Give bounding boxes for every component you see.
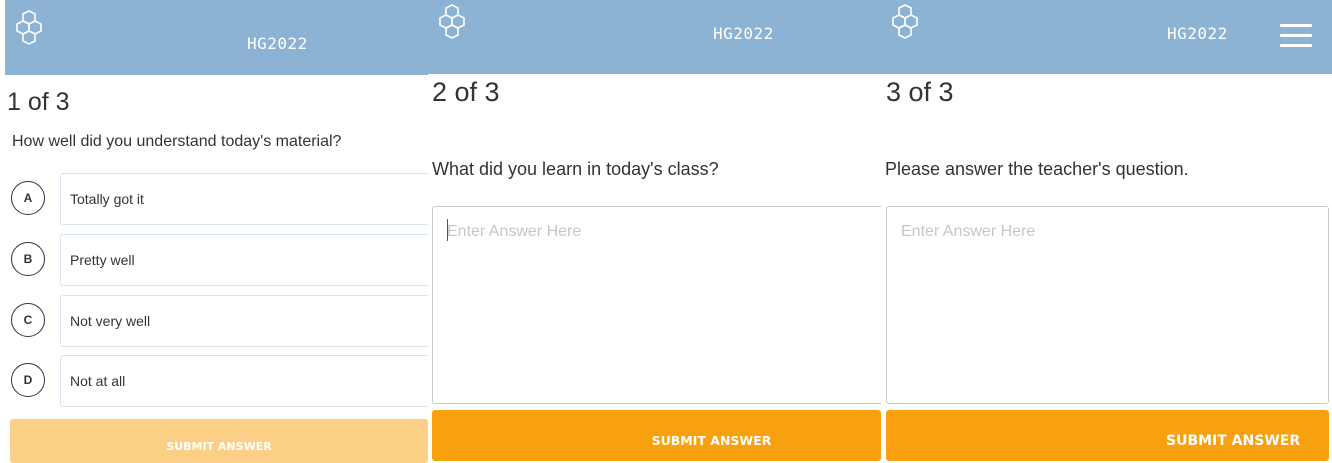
choice-option-box[interactable]: Not at all <box>60 355 428 407</box>
choice-letter[interactable]: C <box>11 303 45 337</box>
hamburger-menu-icon[interactable] <box>1280 24 1312 48</box>
hexagon-logo-icon[interactable] <box>434 4 470 44</box>
question-counter: 2 of 3 <box>432 77 500 107</box>
choice-b[interactable]: B Pretty well <box>0 234 428 286</box>
brand-title: HG2022 <box>1167 24 1228 43</box>
hexagon-logo-icon[interactable] <box>887 4 923 44</box>
brand-title: HG2022 <box>713 24 774 43</box>
choice-a[interactable]: A Totally got it <box>0 173 428 225</box>
question-panel-3: HG2022 3 of 3 Please answer the teacher'… <box>881 0 1332 463</box>
question-panel-1: HG2022 1 of 3 How well did you understan… <box>0 0 428 463</box>
app-header: HG2022 <box>881 0 1332 74</box>
text-cursor <box>447 219 448 241</box>
question-counter: 1 of 3 <box>7 88 70 116</box>
choice-label: Totally got it <box>70 191 144 207</box>
question-counter: 3 of 3 <box>886 77 954 107</box>
menu-bar <box>1280 24 1312 27</box>
choice-d[interactable]: D Not at all <box>0 355 428 407</box>
choice-c[interactable]: C Not very well <box>0 295 428 347</box>
brand-title: HG2022 <box>247 34 308 53</box>
choice-label: Not at all <box>70 373 126 389</box>
question-text: How well did you understand today's mate… <box>12 133 342 150</box>
submit-answer-button[interactable]: SUBMIT ANSWER <box>886 410 1329 461</box>
hexagon-logo-icon[interactable] <box>11 10 47 50</box>
app-header: HG2022 <box>5 0 428 75</box>
menu-bar <box>1280 34 1312 37</box>
choice-label: Not very well <box>70 313 151 329</box>
choice-option-box[interactable]: Pretty well <box>60 234 428 286</box>
question-panel-2: HG2022 2 of 3 What did you learn in toda… <box>428 0 881 463</box>
menu-bar <box>1280 44 1312 47</box>
choice-label: Pretty well <box>70 252 135 268</box>
app-header: HG2022 <box>428 0 881 74</box>
choice-letter[interactable]: A <box>11 181 45 215</box>
submit-answer-button[interactable]: SUBMIT ANSWER <box>10 419 428 463</box>
question-text: What did you learn in today's class? <box>432 159 719 179</box>
answer-textarea[interactable] <box>886 206 1329 404</box>
choice-option-box[interactable]: Not very well <box>60 295 428 347</box>
answer-textarea[interactable] <box>432 206 881 404</box>
choice-letter[interactable]: D <box>11 363 45 397</box>
question-text: Please answer the teacher's question. <box>885 159 1189 179</box>
choice-option-box[interactable]: Totally got it <box>60 173 428 225</box>
submit-answer-button[interactable]: SUBMIT ANSWER <box>432 410 881 461</box>
choice-letter[interactable]: B <box>11 242 45 276</box>
